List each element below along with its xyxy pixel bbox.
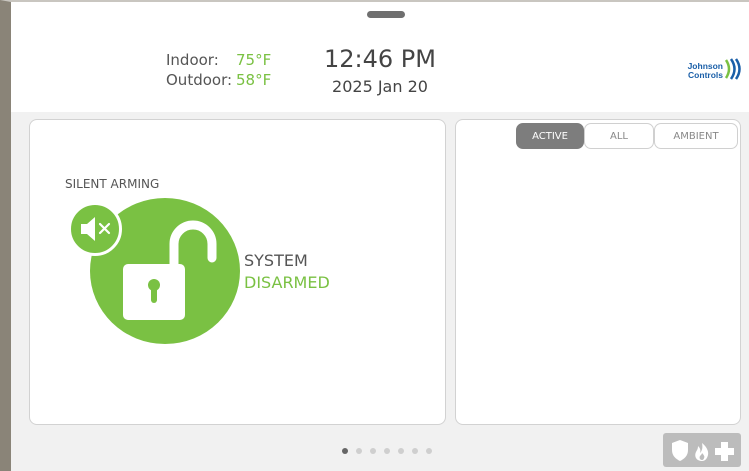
emergency-button[interactable] <box>663 433 741 467</box>
tab-active[interactable]: ACTIVE <box>516 123 584 149</box>
silent-arming-label: SILENT ARMING <box>65 177 160 191</box>
security-panel[interactable]: SILENT ARMING SYSTEM DISARMED <box>29 119 446 425</box>
clock-time: 12:46 PM <box>324 45 436 73</box>
pull-down-handle[interactable] <box>367 11 405 18</box>
silent-arming-toggle[interactable] <box>68 202 122 256</box>
medical-cross-icon <box>715 442 734 461</box>
clock: 12:46 PM 2025 Jan 20 <box>310 44 450 100</box>
outdoor-temp: 58°F <box>236 71 272 89</box>
indoor-temp: 75°F <box>236 51 272 69</box>
system-status-line1: SYSTEM <box>244 251 308 270</box>
page-dot-4[interactable] <box>384 448 390 454</box>
emergency-icons <box>672 440 734 461</box>
clock-date: 2025 Jan 20 <box>332 77 428 96</box>
outdoor-label: Outdoor: <box>166 71 233 89</box>
page-dot-6[interactable] <box>412 448 418 454</box>
system-status: SYSTEM DISARMED <box>244 250 330 294</box>
page-dot-2[interactable] <box>356 448 362 454</box>
page-indicator <box>342 448 440 454</box>
page-dot-3[interactable] <box>370 448 376 454</box>
fire-icon <box>695 443 709 461</box>
temperature-readout: Indoor: 75°F Outdoor: 58°F <box>166 50 271 90</box>
sensor-tabs: ACTIVE ALL AMBIENT <box>516 123 738 149</box>
tab-all[interactable]: ALL <box>584 123 654 149</box>
tab-ambient[interactable]: AMBIENT <box>654 123 738 149</box>
johnson-controls-logo: Johnson Controls <box>673 58 745 88</box>
indoor-label: Indoor: <box>166 51 219 69</box>
shield-icon <box>672 440 688 461</box>
page-dot-5[interactable] <box>398 448 404 454</box>
logo-text-line2: Controls <box>688 70 723 80</box>
system-status-line2: DISARMED <box>244 273 330 292</box>
page-dot-1[interactable] <box>342 448 348 454</box>
logo-wave-icon <box>724 58 741 80</box>
page-dot-7[interactable] <box>426 448 432 454</box>
sensor-panel: ACTIVE ALL AMBIENT <box>455 119 741 425</box>
speaker-muted-icon <box>81 217 111 241</box>
